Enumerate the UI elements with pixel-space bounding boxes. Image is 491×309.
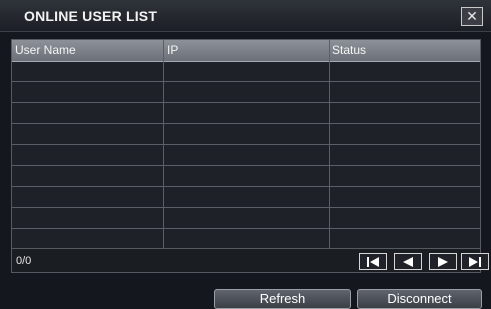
last-page-button[interactable]: [461, 253, 489, 270]
row-divider: [12, 207, 480, 208]
first-page-button[interactable]: [359, 253, 387, 270]
row-divider: [12, 81, 480, 82]
row-divider: [12, 228, 480, 229]
next-page-icon: [438, 257, 448, 267]
table-footer: 0/0: [11, 249, 489, 273]
previous-page-icon: [403, 257, 413, 267]
table-header: User Name IP Status: [12, 40, 480, 62]
column-header-ip[interactable]: IP: [167, 43, 178, 57]
previous-page-button[interactable]: [394, 253, 422, 270]
first-page-icon: [367, 257, 379, 267]
disconnect-button[interactable]: Disconnect: [357, 289, 482, 309]
row-divider: [12, 165, 480, 166]
refresh-button[interactable]: Refresh: [214, 289, 351, 309]
close-icon[interactable]: ✕: [461, 7, 483, 26]
next-page-button[interactable]: [429, 253, 457, 270]
last-page-icon: [469, 257, 481, 267]
window-title: ONLINE USER LIST: [24, 8, 158, 24]
row-divider: [12, 186, 480, 187]
row-divider: [12, 102, 480, 103]
title-bar: ONLINE USER LIST ✕: [0, 0, 491, 32]
column-header-status[interactable]: Status: [332, 43, 366, 57]
column-header-user-name[interactable]: User Name: [15, 43, 76, 57]
user-count: 0/0: [16, 255, 32, 267]
row-divider: [12, 144, 480, 145]
row-divider: [12, 123, 480, 124]
online-user-table: User Name IP Status: [11, 39, 481, 249]
